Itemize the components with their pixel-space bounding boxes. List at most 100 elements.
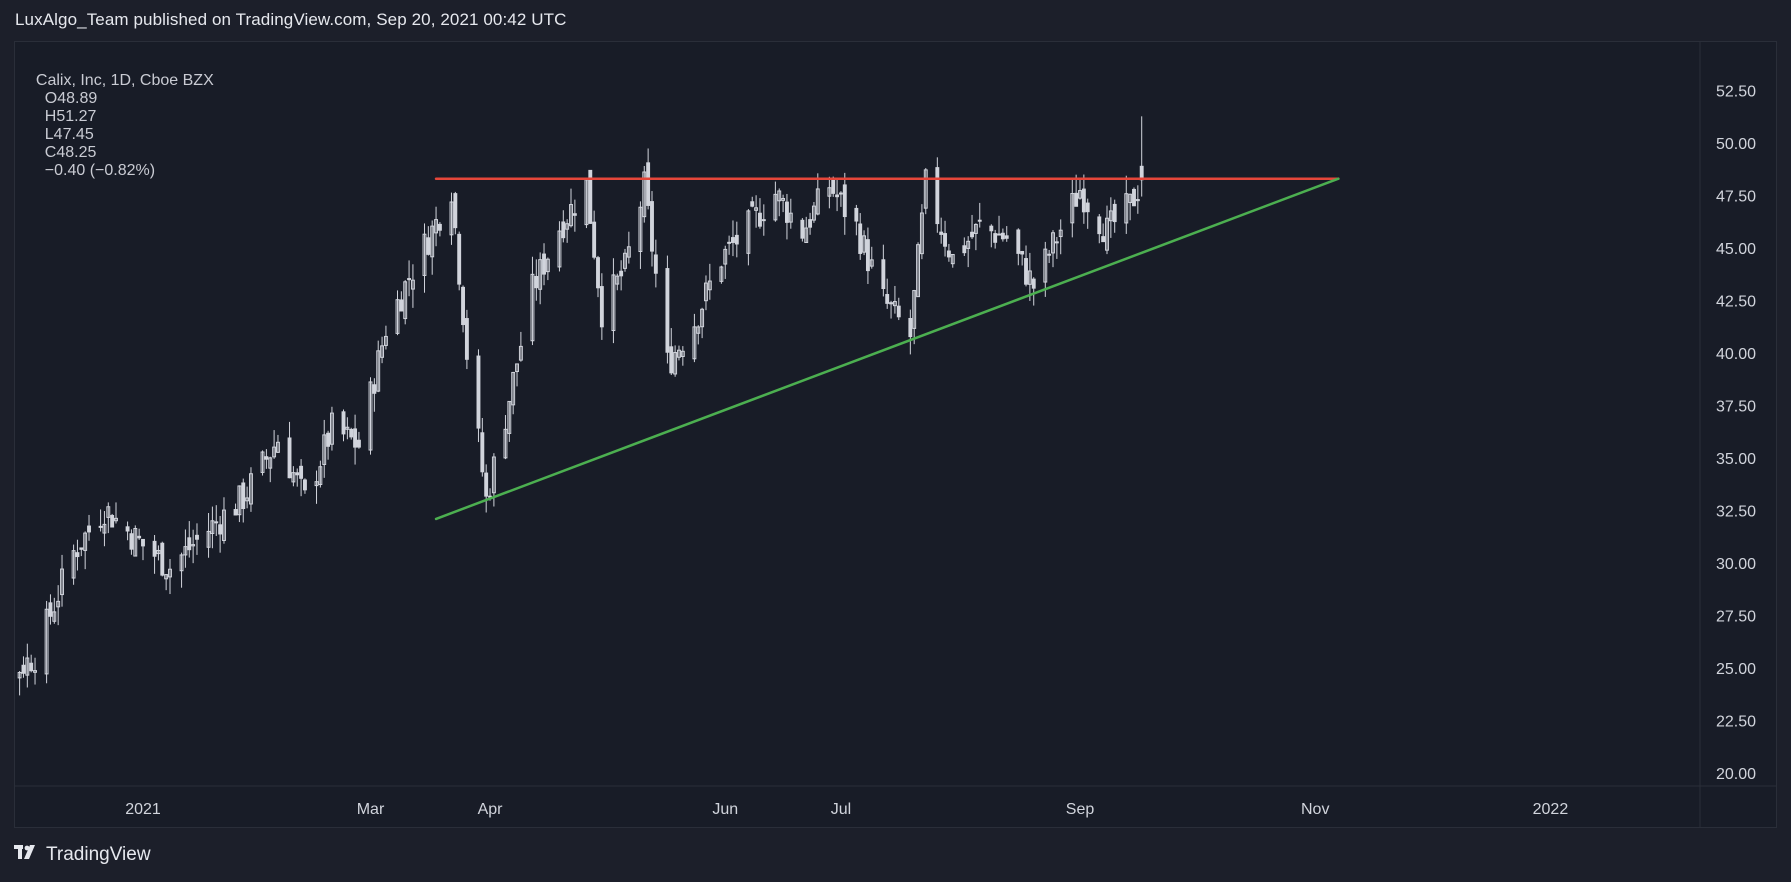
y-tick-label: 40.00	[1716, 346, 1756, 363]
candle-down	[129, 533, 134, 550]
candle-up	[997, 233, 1001, 236]
y-tick-label: 35.00	[1716, 451, 1756, 468]
candle-down	[214, 521, 219, 524]
candle-down	[464, 318, 469, 360]
candle-down	[596, 257, 600, 289]
candle-down	[160, 542, 165, 576]
candle-down	[534, 275, 539, 289]
legend-change: −0.40 (−0.82%)	[44, 162, 156, 179]
candle-down	[141, 538, 145, 547]
candle-down	[646, 162, 651, 206]
candle-down	[592, 221, 597, 258]
candle-down	[1047, 253, 1052, 256]
candle-down	[835, 194, 840, 198]
candle-down	[480, 432, 485, 473]
price-chart[interactable]: 52.50 50.00 47.50 45.00 42.50 40.00 37.50 35.00…	[0, 0, 1791, 882]
y-tick-label: 25.00	[1716, 661, 1756, 678]
candle-down	[599, 286, 604, 328]
candle-down	[731, 237, 735, 243]
candle-down	[372, 384, 377, 394]
candle-down	[341, 411, 346, 435]
x-tick-label: Jun	[712, 801, 738, 818]
candle-down	[187, 537, 192, 551]
candle-down	[1101, 236, 1106, 243]
candle-down	[750, 201, 755, 207]
y-tick-label: 32.50	[1716, 504, 1756, 521]
candle-down	[1000, 232, 1005, 240]
candle-down	[233, 509, 238, 516]
candle-down	[1016, 229, 1021, 254]
candle-down	[881, 259, 886, 290]
legend-open: O48.89	[44, 90, 98, 107]
y-tick-label: 50.00	[1716, 136, 1756, 153]
candle-down	[669, 346, 674, 374]
candle-down	[665, 268, 670, 353]
candle-down	[457, 233, 462, 285]
candle-down	[619, 270, 624, 277]
candle-down	[800, 219, 805, 239]
candle-down	[542, 253, 546, 275]
candle-down	[946, 250, 951, 258]
candle-down	[1112, 203, 1117, 223]
candle-down	[962, 245, 967, 254]
candle-down	[79, 547, 84, 550]
trendlines-layer	[434, 177, 1340, 521]
brand-name: TradingView	[46, 844, 151, 865]
candle-down	[1081, 188, 1086, 213]
candle-down	[758, 212, 762, 227]
candle-down	[98, 525, 103, 528]
candle-down	[295, 472, 300, 476]
candle-down	[195, 534, 199, 540]
candle-down	[561, 221, 566, 239]
candles-layer	[17, 116, 1144, 696]
x-tick-label: Apr	[478, 801, 504, 818]
legend-low: L47.45	[44, 126, 94, 143]
candle-down	[1085, 202, 1090, 213]
candle-down	[241, 482, 246, 510]
candle-down	[1132, 188, 1136, 207]
candle-down	[939, 231, 944, 235]
candle-down	[653, 254, 658, 274]
candle-down	[48, 602, 53, 617]
candle-down	[935, 167, 940, 225]
candle-down	[854, 207, 859, 222]
candle-down	[407, 278, 412, 281]
candle-down	[110, 514, 115, 528]
y-tick-label: 45.00	[1716, 241, 1756, 258]
support-trendline	[434, 177, 1340, 521]
tradingview-logo-icon	[14, 844, 40, 866]
y-tick-label: 37.50	[1716, 399, 1756, 416]
y-tick-label: 42.50	[1716, 294, 1756, 311]
legend-close: C48.25	[44, 144, 97, 161]
y-tick-label: 20.00	[1716, 766, 1756, 783]
y-tick-label: 30.00	[1716, 556, 1756, 573]
candle-down	[734, 234, 739, 245]
candle-down	[437, 223, 442, 231]
candle-down	[218, 524, 223, 535]
candle-down	[353, 428, 358, 448]
candle-down	[1054, 241, 1059, 244]
candle-down	[264, 456, 269, 460]
candle-down	[831, 179, 836, 194]
candle-down	[970, 231, 974, 238]
x-tick-label: Nov	[1301, 801, 1329, 818]
tradingview-logo[interactable]: TradingView	[14, 844, 151, 866]
y-tick-label: 47.50	[1716, 189, 1756, 206]
candle-down	[896, 305, 901, 318]
candle-down	[1031, 278, 1036, 289]
candle-down	[125, 526, 130, 532]
candle-down	[1024, 258, 1028, 285]
candle-down	[356, 439, 361, 448]
candle-down	[1020, 250, 1025, 255]
x-tick-label: Mar	[357, 801, 385, 818]
candle-down	[349, 428, 354, 438]
candle-down	[476, 355, 481, 429]
candle-down	[889, 302, 894, 305]
candle-down	[137, 535, 142, 539]
y-tick-label: 22.50	[1716, 714, 1756, 731]
candle-down	[842, 184, 847, 218]
candle-down	[808, 219, 813, 228]
candle-down	[152, 540, 157, 557]
candle-down	[989, 225, 994, 232]
candle-down	[838, 192, 843, 195]
